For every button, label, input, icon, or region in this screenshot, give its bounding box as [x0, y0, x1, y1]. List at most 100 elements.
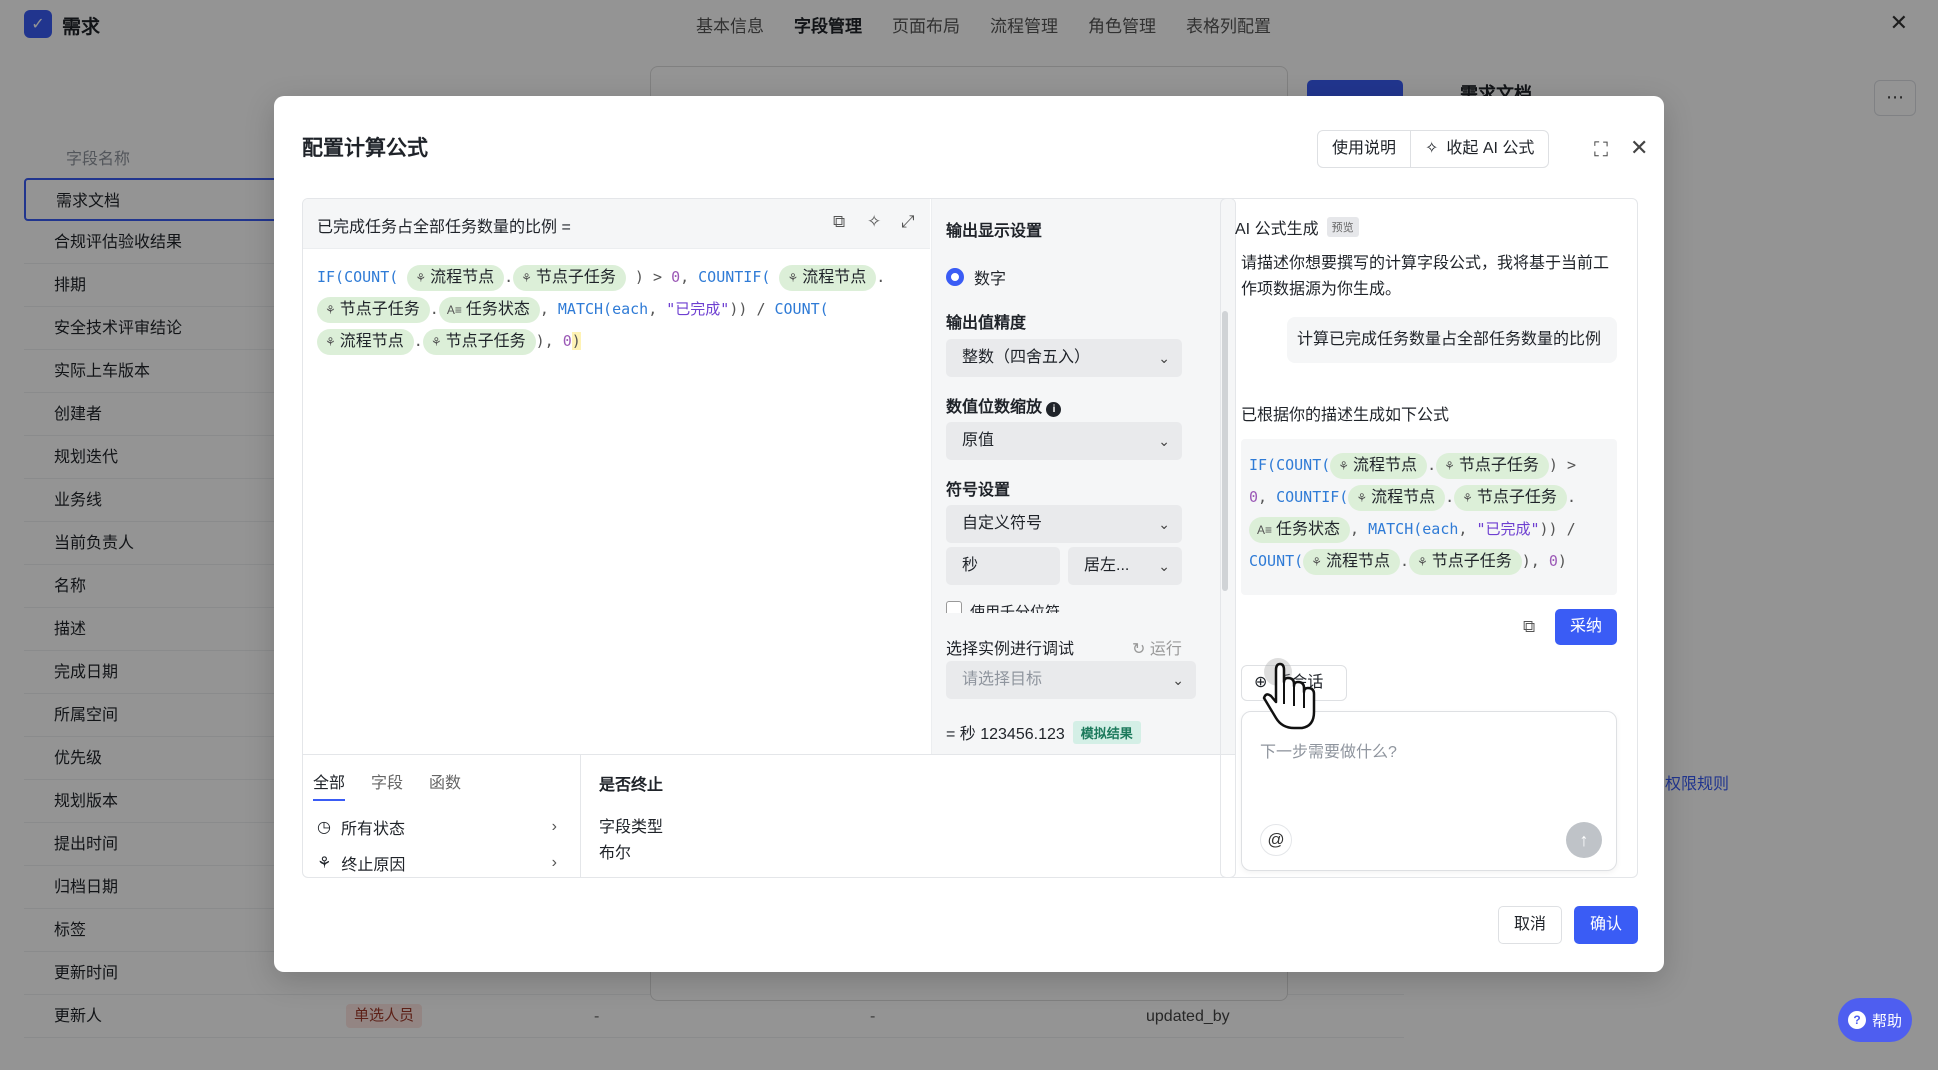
ai-description: 请描述你想要撰写的计算字段公式，我将基于当前工作项数据源为你生成。	[1241, 255, 1610, 298]
pill-label: 流程节点	[1325, 553, 1390, 570]
accept-button[interactable]: 采纳	[1555, 609, 1617, 645]
detail-title: 是否终止	[599, 777, 664, 794]
list-item[interactable]: ◷ 所有状态 ›	[317, 815, 557, 839]
tab-functions[interactable]: 函数	[429, 769, 461, 801]
pill-label: 节点子任务	[339, 301, 420, 318]
scale-select[interactable]: 原值 ⌄	[946, 422, 1182, 460]
function-browser: 全部 字段 函数 ◷ 所有状态 › ⚘ 终止原因 › 是否终止 字段类型 布尔	[303, 754, 1235, 877]
fn-token: IF(	[1249, 456, 1277, 474]
field-pill[interactable]: ⚘ 节点子任务	[317, 297, 430, 323]
num-token: 0	[562, 332, 572, 350]
list-item-label: 所有状态	[340, 821, 405, 838]
output-display-title: 输出显示设置	[946, 223, 1043, 240]
symbol-select[interactable]: 自定义符号 ⌄	[946, 505, 1182, 543]
pill-label: 节点子任务	[1476, 489, 1557, 506]
precision-label: 输出值精度	[946, 315, 1027, 332]
tab-fields[interactable]: 字段	[371, 769, 403, 801]
detail-type-label: 字段类型	[599, 819, 664, 836]
chevron-down-icon: ⌄	[1158, 350, 1170, 366]
fn-token: COUNTIF(	[1276, 488, 1349, 506]
ai-generated-formula: IF(COUNT(⚘ 流程节点. ⚘ 节点子任务) > 0, COUNTIF(⚘ 流程节…	[1241, 439, 1617, 595]
close-icon[interactable]: ✕	[1630, 137, 1648, 159]
field-pill: ⚘ 节点子任务	[1436, 453, 1549, 479]
op-token: /	[1566, 520, 1576, 538]
radio-selected-icon	[946, 268, 964, 286]
symbol-text-input[interactable]: 秒	[946, 547, 1060, 585]
modal-title: 配置计算公式	[302, 137, 428, 160]
send-icon[interactable]: ↑	[1566, 822, 1602, 858]
detail-type-value: 布尔	[599, 845, 632, 862]
confirm-button[interactable]: 确认	[1574, 906, 1638, 944]
symbol-value: 自定义符号	[962, 515, 1043, 532]
radio-label: 数字	[974, 271, 1007, 288]
run-button[interactable]: ↻ 运行	[1132, 635, 1182, 659]
user-prompt-bubble: 计算已完成任务数量占全部任务数量的比例	[1287, 317, 1617, 363]
field-pill: A≡ 任务状态	[1249, 517, 1351, 543]
mention-icon[interactable]: @	[1260, 824, 1292, 856]
thousands-checkbox[interactable]: 使用千分位符	[946, 601, 1060, 613]
header-button-group: 使用说明 ✧ 收起 AI 公式	[1317, 130, 1550, 168]
symbol-text: 秒	[962, 557, 979, 574]
flow-icon: ⚘	[325, 303, 336, 317]
field-pill[interactable]: A≡ 任务状态	[438, 297, 540, 323]
fullscreen-icon[interactable]: ⛶	[1594, 140, 1608, 160]
scale-label: 数值位数缩放 i	[946, 393, 1062, 417]
field-pill[interactable]: ⚘ 流程节点	[317, 329, 414, 355]
ai-formula-panel: AI 公式生成 预览 请描述你想要撰写的计算字段公式，我将基于当前工作项数据源为…	[1220, 198, 1638, 878]
field-pill[interactable]: ⚘ 流程节点	[779, 265, 877, 291]
expand-icon[interactable]: ⤢	[901, 212, 915, 232]
cancel-button[interactable]: 取消	[1498, 906, 1562, 944]
pill-label: 节点子任务	[535, 269, 616, 286]
target-placeholder: 请选择目标	[962, 671, 1043, 688]
help-button[interactable]: ? 帮助	[1838, 998, 1912, 1042]
target-select[interactable]: 请选择目标 ⌄	[946, 661, 1196, 699]
chevron-down-icon: ⌄	[1158, 516, 1170, 532]
run-label: 运行	[1149, 641, 1182, 658]
field-pill[interactable]: ⚘ 流程节点	[407, 265, 505, 291]
fn-token: each	[1422, 520, 1459, 538]
flow-icon: ⚘	[1311, 555, 1322, 569]
copy-icon[interactable]: ⧉	[1523, 617, 1535, 637]
num-token: 0	[671, 268, 681, 286]
sparkle-icon: ✧	[1425, 140, 1439, 157]
fn-token: MATCH(	[1368, 520, 1423, 538]
precision-value: 整数（四舍五入）	[962, 349, 1091, 366]
ai-title: AI 公式生成 预览	[1235, 215, 1359, 239]
pill-label: 节点子任务	[1431, 553, 1512, 570]
copy-icon[interactable]: ⧉	[833, 212, 845, 232]
string-token: "已完成"	[1476, 520, 1540, 538]
fn-token: COUNT(	[1249, 552, 1304, 570]
formula-modal: 配置计算公式 使用说明 ✧ 收起 AI 公式 ⛶ ✕ 已完成任务占全部任务数量的…	[274, 96, 1664, 972]
help-label: 帮助	[1871, 1012, 1902, 1030]
pill-label: 流程节点	[1353, 457, 1418, 474]
display-type-radio[interactable]: 数字	[946, 265, 1006, 289]
ai-magic-icon[interactable]: ✧	[867, 212, 881, 232]
field-pill: ⚘ 流程节点	[1303, 549, 1400, 575]
tab-all[interactable]: 全部	[313, 769, 346, 801]
field-pill[interactable]: ⚘ 节点子任务	[422, 329, 536, 355]
formula-code[interactable]: IF(COUNT( ⚘ 流程节点. ⚘ 节点子任务 ) > 0, COUNTIF( ⚘…	[317, 261, 917, 357]
field-pill[interactable]: ⚘ 节点子任务	[513, 265, 626, 291]
fn-token: COUNT(	[1276, 456, 1331, 474]
list-item[interactable]: ⚘ 终止原因 ›	[317, 851, 557, 875]
field-pill: ⚘ 流程节点	[1330, 453, 1428, 479]
debug-label: 选择实例进行调试	[946, 641, 1075, 658]
pill-label: 流程节点	[430, 269, 495, 286]
usage-button[interactable]: 使用说明	[1318, 131, 1410, 167]
string-token: "已完成"	[666, 300, 730, 318]
usage-label: 使用说明	[1332, 140, 1397, 157]
field-pill: ⚘ 节点子任务	[1454, 485, 1567, 511]
flow-icon: ⚘	[787, 271, 799, 285]
flow-icon: ⚘	[521, 271, 532, 285]
collapse-ai-button[interactable]: ✧ 收起 AI 公式	[1410, 131, 1548, 167]
precision-select[interactable]: 整数（四舍五入） ⌄	[946, 339, 1182, 377]
scale-label-text: 数值位数缩放	[946, 399, 1043, 416]
symbol-position-select[interactable]: 居左... ⌄	[1068, 547, 1182, 585]
flow-icon: ⚘	[415, 271, 427, 285]
symbol-label: 符号设置	[946, 482, 1011, 499]
flow-icon: ⚘	[430, 335, 442, 349]
result-badge: 模拟结果	[1072, 720, 1141, 744]
chevron-down-icon: ⌄	[1158, 558, 1170, 574]
flow-icon: ⚘	[1417, 555, 1428, 569]
op-token: >	[1566, 456, 1576, 474]
